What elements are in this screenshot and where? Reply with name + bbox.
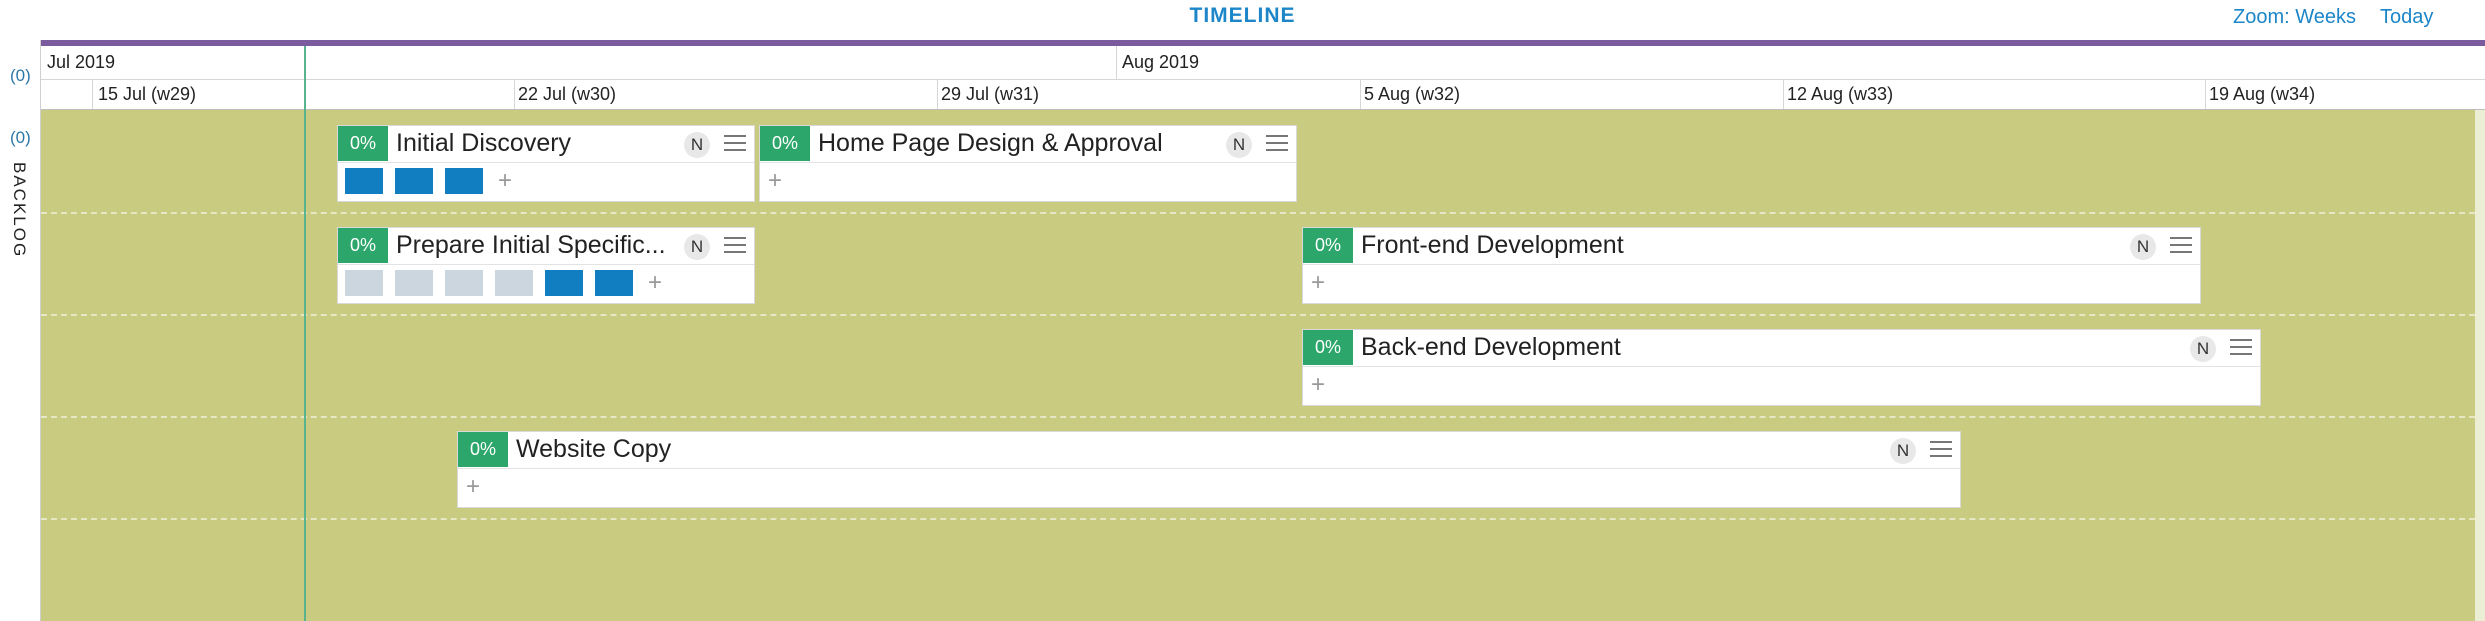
vertical-scrollbar[interactable] bbox=[2475, 110, 2485, 621]
card-divider bbox=[760, 162, 1296, 163]
zoom-weeks-button[interactable]: Zoom: Weeks bbox=[2233, 6, 2356, 29]
month-tick bbox=[1116, 46, 1117, 79]
add-subtask-icon[interactable]: + bbox=[768, 169, 782, 193]
menu-icon[interactable] bbox=[2230, 339, 2252, 355]
progress-badge: 0% bbox=[1303, 330, 1353, 365]
week-tick bbox=[1360, 79, 1361, 109]
card-divider bbox=[338, 264, 754, 265]
timeline-card[interactable]: 0% Initial Discovery N + bbox=[337, 125, 755, 202]
month-label: Jul 2019 bbox=[47, 52, 116, 72]
week-label: 12 Aug (w33) bbox=[1787, 84, 1894, 104]
progress-badge: 0% bbox=[760, 126, 810, 161]
week-scale bbox=[41, 79, 2485, 110]
card-title[interactable]: Initial Discovery bbox=[396, 126, 696, 161]
progress-badge: 0% bbox=[458, 432, 508, 467]
subtask-todo[interactable] bbox=[495, 270, 533, 296]
week-tick bbox=[937, 79, 938, 109]
week-tick bbox=[2205, 79, 2206, 109]
subtask-todo[interactable] bbox=[345, 270, 383, 296]
week-label: 29 Jul (w31) bbox=[941, 84, 1040, 104]
progress-badge: 0% bbox=[338, 126, 388, 161]
card-title[interactable]: Prepare Initial Specific... bbox=[396, 228, 678, 263]
subtask-done[interactable] bbox=[595, 270, 633, 296]
month-scale bbox=[41, 46, 2485, 80]
lane-row-divider bbox=[41, 212, 2485, 214]
week-label: 15 Jul (w29) bbox=[98, 84, 197, 104]
n-badge[interactable]: N bbox=[2190, 336, 2216, 362]
add-subtask-icon[interactable]: + bbox=[466, 475, 480, 499]
menu-icon[interactable] bbox=[724, 135, 746, 151]
card-title[interactable]: Front-end Development bbox=[1361, 228, 2061, 263]
n-badge[interactable]: N bbox=[1226, 132, 1252, 158]
timeline-card[interactable]: 0% Back-end Development N + bbox=[1302, 329, 2261, 406]
n-badge[interactable]: N bbox=[684, 234, 710, 260]
add-subtask-icon[interactable]: + bbox=[648, 271, 662, 295]
subtask-done[interactable] bbox=[445, 168, 483, 194]
card-title[interactable]: Back-end Development bbox=[1361, 330, 2121, 365]
menu-icon[interactable] bbox=[1930, 441, 1952, 457]
menu-icon[interactable] bbox=[1266, 135, 1288, 151]
progress-badge: 0% bbox=[1303, 228, 1353, 263]
week-tick bbox=[514, 79, 515, 109]
lane-row-divider bbox=[41, 518, 2485, 520]
timeline-card[interactable]: 0% Front-end Development N + bbox=[1302, 227, 2201, 304]
week-tick bbox=[92, 79, 93, 109]
week-label: 19 Aug (w34) bbox=[2209, 84, 2316, 104]
subtask-done[interactable] bbox=[345, 168, 383, 194]
add-subtask-icon[interactable]: + bbox=[498, 169, 512, 193]
today-marker-line bbox=[304, 46, 306, 621]
today-button[interactable]: Today bbox=[2380, 6, 2433, 29]
subtask-todo[interactable] bbox=[445, 270, 483, 296]
card-title[interactable]: Home Page Design & Approval bbox=[818, 126, 1218, 161]
timeline-title: TIMELINE bbox=[1189, 4, 1296, 27]
n-badge[interactable]: N bbox=[2130, 234, 2156, 260]
progress-badge: 0% bbox=[338, 228, 388, 263]
subtask-todo[interactable] bbox=[395, 270, 433, 296]
subtask-done[interactable] bbox=[545, 270, 583, 296]
card-divider bbox=[458, 468, 1960, 469]
header-count: (0) bbox=[10, 66, 31, 85]
add-subtask-icon[interactable]: + bbox=[1311, 271, 1325, 295]
week-tick bbox=[1783, 79, 1784, 109]
menu-icon[interactable] bbox=[724, 237, 746, 253]
card-title[interactable]: Website Copy bbox=[516, 432, 1816, 467]
n-badge[interactable]: N bbox=[1890, 438, 1916, 464]
card-divider bbox=[338, 162, 754, 163]
timeline-card[interactable]: 0% Prepare Initial Specific... N + bbox=[337, 227, 755, 304]
timeline-card[interactable]: 0% Website Copy N + bbox=[457, 431, 1961, 508]
lane-count: (0) bbox=[10, 128, 31, 147]
lane-name-backlog: BACKLOG bbox=[10, 162, 29, 259]
timeline-card[interactable]: 0% Home Page Design & Approval N + bbox=[759, 125, 1297, 202]
lane-row-divider bbox=[41, 416, 2485, 418]
subtask-done[interactable] bbox=[395, 168, 433, 194]
card-divider bbox=[1303, 366, 2260, 367]
week-label: 22 Jul (w30) bbox=[518, 84, 617, 104]
card-divider bbox=[1303, 264, 2200, 265]
menu-icon[interactable] bbox=[2170, 237, 2192, 253]
month-label: Aug 2019 bbox=[1122, 52, 1200, 72]
add-subtask-icon[interactable]: + bbox=[1311, 373, 1325, 397]
lane-row-divider bbox=[41, 314, 2485, 316]
week-label: 5 Aug (w32) bbox=[1364, 84, 1461, 104]
n-badge[interactable]: N bbox=[684, 132, 710, 158]
